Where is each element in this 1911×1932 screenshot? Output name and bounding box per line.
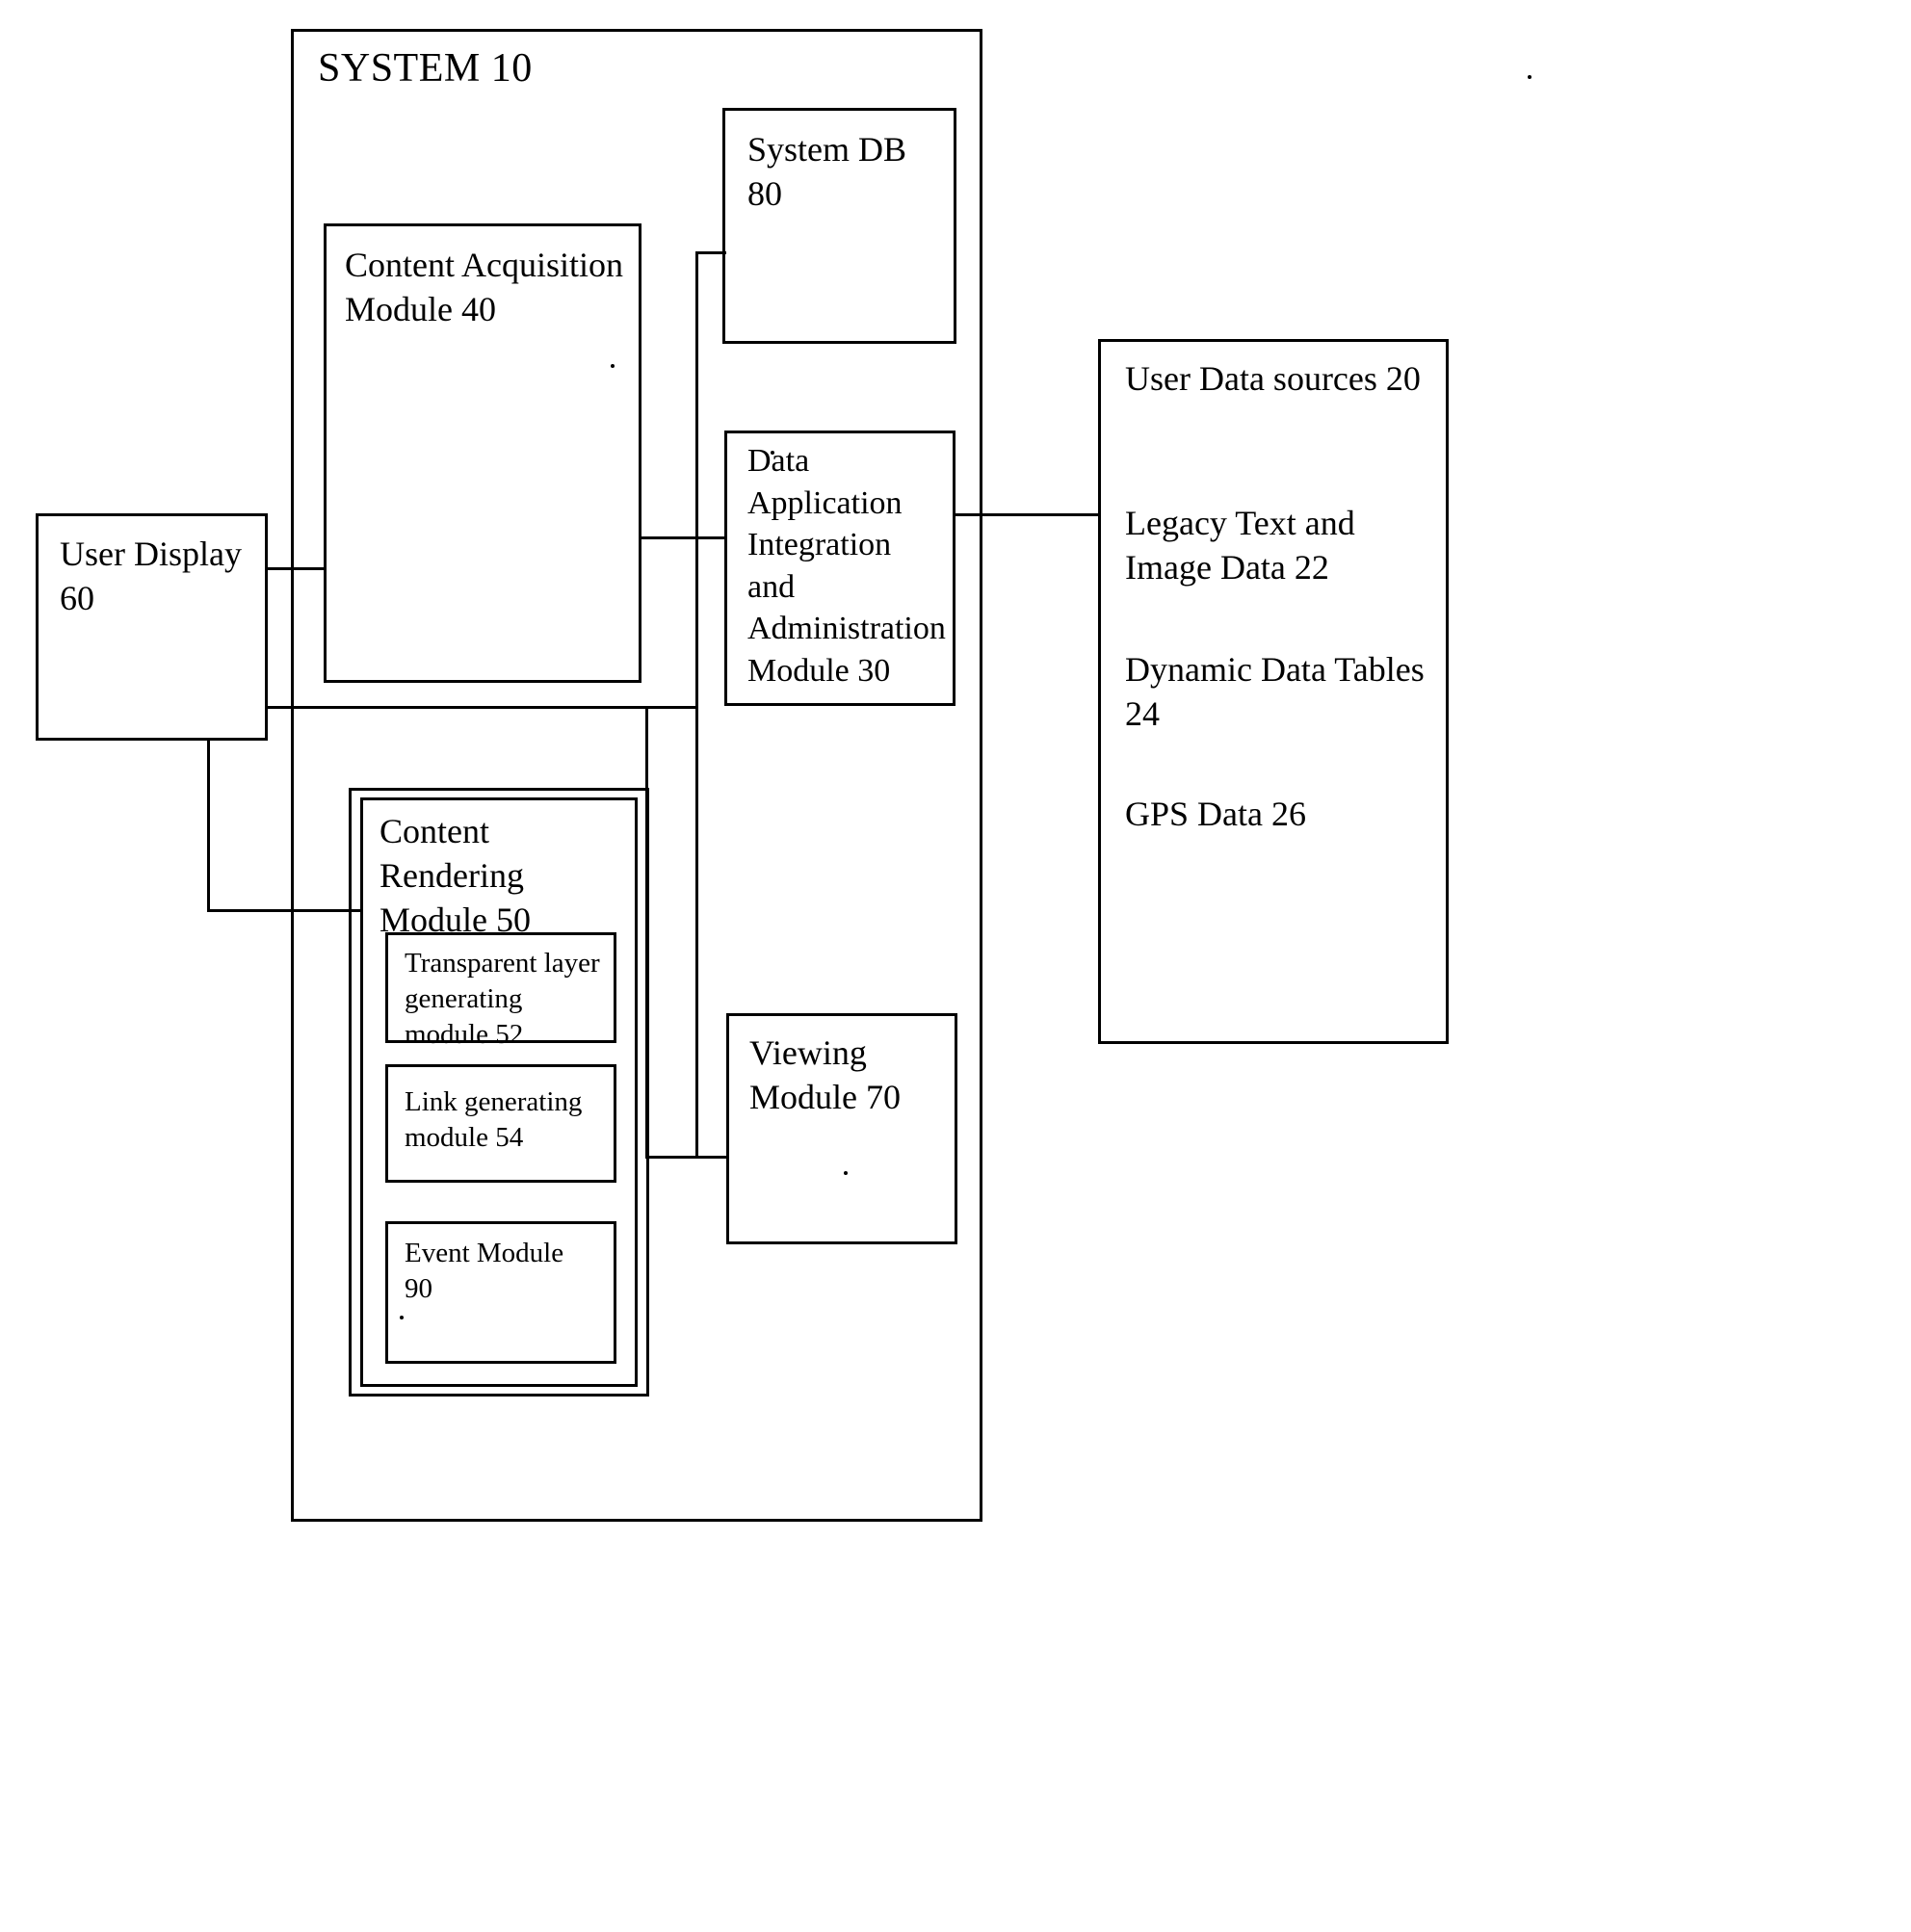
connector-acquisition-to-dataapp [641, 536, 726, 539]
connector-userdisplay-to-rendering [207, 909, 360, 912]
connector-systemdb-to-bus [695, 251, 726, 254]
transparent-layer-module-label: Transparent layer generating module 52 [405, 948, 600, 1051]
scan-speck-dataapp-left [771, 451, 774, 455]
link-generating-module-label: Link generating module 54 [405, 1086, 583, 1154]
user-data-sources-title: User Data sources 20 [1125, 359, 1421, 398]
connector-userdisplay-to-acquisition [268, 567, 326, 570]
connector-userdisplay-bus [268, 706, 697, 709]
viewing-module-label: Viewing Module 70 [749, 1033, 901, 1117]
connector-rendering-to-viewing [645, 1156, 726, 1159]
user-data-sources-item-legacy: Legacy Text and Image Data 22 [1125, 504, 1355, 587]
scan-speck-viewing [844, 1171, 848, 1175]
event-module-label: Event Module 90 [405, 1238, 564, 1305]
scan-speck-event [400, 1316, 404, 1319]
connector-systemdb-vertical [695, 251, 698, 716]
connector-main-vertical-bus [695, 706, 698, 1159]
connector-userdisplay-down [207, 741, 210, 912]
patent-figure-canvas: SYSTEM 10 System DB 80 Content Acquisiti… [0, 0, 1911, 1932]
system-db-label: System DB 80 [747, 130, 907, 214]
user-data-sources-item-dynamic: Dynamic Data Tables 24 [1125, 650, 1425, 734]
system-title-label: SYSTEM 10 [318, 46, 533, 91]
user-display-label: User Display 60 [60, 535, 242, 618]
content-rendering-label: Content Rendering Module 50 [380, 812, 531, 940]
scan-speck-acquisition [611, 364, 615, 368]
content-acquisition-label: Content Acquisition Module 40 [345, 246, 624, 329]
data-application-integration-label: Data Application Integration and Adminis… [747, 443, 946, 689]
user-data-sources-item-gps: GPS Data 26 [1125, 795, 1306, 833]
connector-dataapp-to-datasources [956, 513, 1098, 516]
connector-secondary-vertical-bus [645, 706, 648, 1159]
scan-speck-top-right [1528, 75, 1531, 79]
